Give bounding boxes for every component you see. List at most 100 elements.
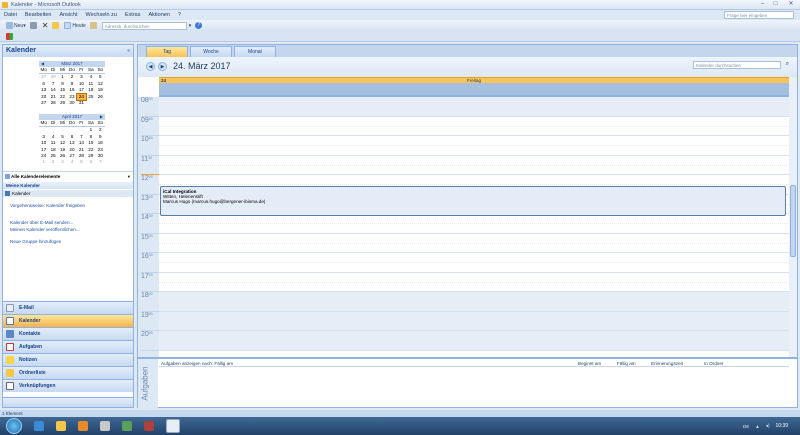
folder-icon — [52, 22, 60, 29]
minical-day[interactable]: 5 — [77, 159, 86, 165]
task-show-by[interactable]: Aufgaben anzeigen nach: Fällig am — [161, 360, 233, 367]
tab-week[interactable]: Woche — [190, 46, 232, 57]
menu-help[interactable]: ? — [174, 12, 185, 18]
start-button[interactable] — [6, 418, 22, 434]
task-col-due[interactable]: Fällig am — [617, 360, 636, 367]
minical-april: April 2017 ▶ Mo Di Mi Do Fr Sa So 1 2 3 4 5 6 7 8 9 10 11… — [39, 114, 105, 166]
standard-toolbar: Neu ▾ ✕ Heute Adressb. durchsuchen ▾ ? — [0, 20, 800, 31]
time-slot-15[interactable] — [159, 233, 789, 253]
calendar-checkbox-item[interactable]: Kalender — [3, 190, 133, 197]
time-slot-10[interactable] — [159, 136, 789, 156]
color-category-button[interactable] — [4, 32, 16, 40]
next-month-icon[interactable]: ▶ — [100, 114, 103, 120]
search-icon[interactable]: ⌕ — [786, 61, 789, 68]
minical-day[interactable]: 4 — [67, 159, 76, 165]
minical-day[interactable]: 28 — [48, 100, 57, 106]
menu-ansicht[interactable]: Ansicht — [55, 12, 81, 18]
time-slot-17[interactable] — [159, 272, 789, 292]
minimize-button[interactable]: – — [756, 0, 769, 9]
nav-shortcuts[interactable]: Verknüpfungen — [3, 379, 133, 392]
nav-notes[interactable]: Notizen — [3, 353, 133, 366]
minical-day[interactable]: 3 — [58, 159, 67, 165]
tab-day[interactable]: Tag — [146, 46, 188, 57]
close-button[interactable]: ✕ — [782, 0, 800, 9]
time-slot-19[interactable] — [159, 311, 789, 331]
nav-configure-bar[interactable] — [3, 397, 133, 407]
hour-number: 13 — [141, 194, 149, 202]
time-slot-14[interactable] — [159, 214, 789, 234]
new-button[interactable]: Neu ▾ — [4, 22, 28, 29]
prev-month-icon[interactable]: ◀ — [41, 61, 44, 67]
minical-day[interactable]: 30 — [67, 100, 76, 106]
network-icon[interactable]: ▲ — [755, 424, 759, 429]
taskbar-ie-icon[interactable] — [34, 421, 44, 431]
print-button[interactable] — [28, 22, 40, 29]
menu-bearbeiten[interactable]: Bearbeiten — [21, 12, 56, 18]
tab-month[interactable]: Monat — [234, 46, 276, 57]
minical-day[interactable]: 6 — [86, 159, 95, 165]
nav-tasks[interactable]: Aufgaben — [3, 340, 133, 353]
time-slot-18[interactable] — [159, 292, 789, 312]
link-publish-calendar[interactable]: Meinen Kalender veröffentlichen... — [10, 227, 80, 232]
calendar-search-input[interactable]: Kalender durchsuchen — [693, 61, 781, 69]
calendar-filter-row[interactable]: Alle Kalenderelemente ▾ — [3, 173, 133, 180]
task-col-folder[interactable]: In Ordner — [704, 360, 723, 367]
taskbar-outlook-icon[interactable] — [166, 419, 180, 433]
appointment-ical-integration[interactable]: iCal Integration Witten, Helenenstift Ma… — [160, 186, 786, 216]
all-day-event-area[interactable] — [159, 83, 789, 97]
menu-aktionen[interactable]: Aktionen — [144, 12, 173, 18]
delete-button[interactable]: ✕ — [40, 21, 51, 30]
link-send-calendar[interactable]: Kalender über E-Mail senden... — [10, 220, 73, 225]
minical-day[interactable]: 7 — [96, 159, 105, 165]
filter-dropdown-icon[interactable]: ▾ — [128, 173, 130, 180]
taskbar-explorer-icon[interactable] — [56, 421, 66, 431]
help-question-input[interactable]: Frage hier eingeben — [724, 11, 794, 19]
nav-calendar[interactable]: Kalender — [3, 314, 133, 327]
prev-day-button[interactable]: ◀ — [146, 62, 155, 71]
clock[interactable]: 10:39 — [775, 423, 788, 429]
minical-day[interactable]: 27 — [39, 100, 48, 106]
help-button[interactable]: ? — [193, 22, 205, 29]
hour-minutes: 00 — [148, 155, 153, 160]
weekday-header: Sa — [86, 67, 96, 75]
minical-day[interactable]: 29 — [58, 100, 67, 106]
nav-folder-list[interactable]: Ordnerliste — [3, 366, 133, 379]
time-slot-20[interactable] — [159, 331, 789, 351]
my-calendars-label: Meine Kalender — [6, 183, 40, 188]
task-col-start[interactable]: Beginnt am — [578, 360, 601, 367]
time-slot-16[interactable] — [159, 253, 789, 273]
taskbar-app3-icon[interactable] — [144, 421, 154, 431]
today-button[interactable]: Heute — [62, 22, 87, 29]
nav-contacts[interactable]: Kontakte — [3, 327, 133, 340]
time-slot-11[interactable] — [159, 155, 789, 175]
taskbar-media-icon[interactable] — [78, 421, 88, 431]
volume-icon[interactable]: ◂) — [766, 423, 770, 429]
menu-datei[interactable]: Datei — [0, 12, 21, 18]
my-calendars-group[interactable]: Meine Kalender — [3, 182, 133, 189]
minical-day[interactable]: 31 — [77, 100, 86, 106]
menu-extras[interactable]: Extras — [121, 12, 145, 18]
addressbook-button[interactable] — [88, 22, 100, 29]
move-button[interactable] — [50, 22, 62, 29]
link-share-calendar[interactable]: Vorgehensweise: Kalender freigeben — [10, 203, 85, 208]
calendar-pane: Tag Woche Monat ◀ ▶ 24. März 2017 Kalend… — [137, 44, 798, 409]
time-slot-09[interactable] — [159, 116, 789, 136]
time-slot-08[interactable] — [159, 97, 789, 117]
hour-number: 09 — [141, 116, 149, 124]
vertical-scrollbar[interactable] — [789, 77, 797, 357]
next-day-button[interactable]: ▶ — [158, 62, 167, 71]
menu-wechseln-zu[interactable]: Wechseln zu — [82, 12, 121, 18]
nav-email[interactable]: E-Mail — [3, 301, 133, 314]
maximize-button[interactable]: □ — [769, 0, 782, 9]
taskbar-app-icon[interactable] — [100, 421, 110, 431]
taskbar-app2-icon[interactable] — [122, 421, 132, 431]
minical-day[interactable]: 2 — [48, 159, 57, 165]
language-indicator[interactable]: DE — [743, 424, 749, 429]
scrollbar-thumb[interactable] — [790, 185, 796, 257]
minical-day[interactable]: 1 — [39, 159, 48, 165]
address-search-input[interactable]: Adressb. durchsuchen — [101, 21, 187, 30]
collapse-nav-button[interactable]: « — [127, 45, 130, 57]
link-add-group[interactable]: Neue Gruppe hinzufügen — [10, 239, 61, 244]
half-hour-line — [159, 242, 789, 244]
task-col-reminder[interactable]: Erinnerungszeit — [651, 360, 683, 367]
